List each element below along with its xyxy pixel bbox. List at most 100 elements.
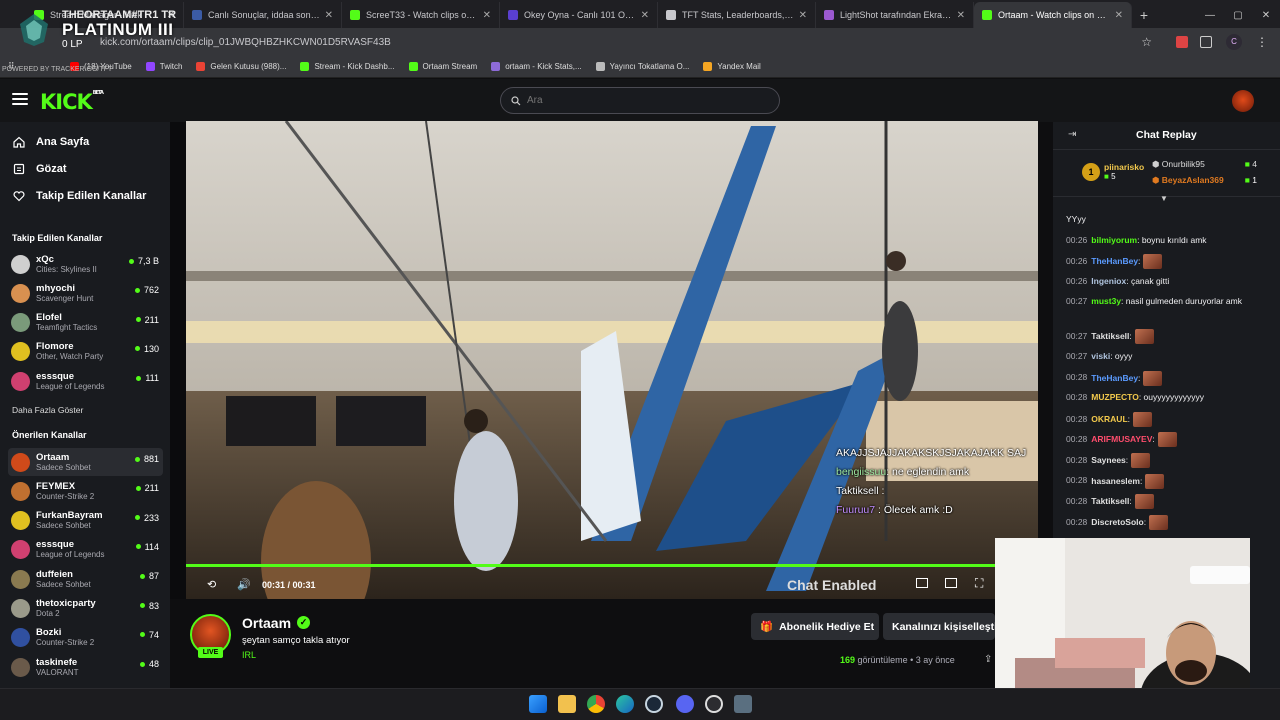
chrome-icon[interactable] xyxy=(587,695,605,713)
sidebar-channel-esssque[interactable]: esssque League of Legends 114 xyxy=(8,536,163,564)
obs-icon[interactable] xyxy=(705,695,723,713)
sidebar-channel-esssque[interactable]: esssque League of Legends 111 xyxy=(8,367,163,395)
channel-name: esssque xyxy=(36,539,75,551)
tab-close-icon[interactable]: ✕ xyxy=(799,10,807,21)
sidebar-channel-ortaam[interactable]: Ortaam Sadece Sohbet 881 xyxy=(8,448,163,476)
tab-close-icon[interactable]: ✕ xyxy=(957,10,965,21)
minimize-button[interactable]: — xyxy=(1196,2,1224,28)
gift-button-label: Abonelik Hediye Et xyxy=(779,620,875,633)
sidebar-channel-taskinefe[interactable]: taskinefe VALORANT 48 xyxy=(8,653,163,681)
show-more-link[interactable]: Daha Fazla Göster xyxy=(12,405,83,415)
bookmark-star-icon[interactable]: ☆ xyxy=(1141,35,1152,49)
browser-tab[interactable]: Canlı Sonuçlar, iddaa sonuçları ✕ xyxy=(184,2,342,28)
nav-browse[interactable]: Gözat xyxy=(12,162,67,176)
leaderboard-name[interactable]: BeyazAslan369 xyxy=(1162,175,1224,185)
browser-tab[interactable]: TFT Stats, Leaderboards, League ✕ xyxy=(658,2,816,28)
tab-close-icon[interactable]: ✕ xyxy=(325,10,333,21)
browser-tab[interactable]: Ortaam - Watch clips on Kick ✕ xyxy=(974,2,1132,28)
progress-bar[interactable] xyxy=(186,564,1038,567)
chat-username[interactable]: ARIFMUSAYEV xyxy=(1091,434,1152,444)
channel-category: Cities: Skylines II xyxy=(36,264,97,274)
chat-timestamp: 00:28 xyxy=(1066,392,1088,403)
live-dot-icon xyxy=(136,375,142,381)
chat-username[interactable]: Ingeniox xyxy=(1091,276,1126,286)
sidebar-channel-furkanbayram[interactable]: FurkanBayram Sadece Sohbet 233 xyxy=(8,507,163,535)
video-player[interactable]: AKAJJSJAJJAKAKSKJSJAKAJAKK SAJ bengiissuu… xyxy=(186,121,1038,599)
browser-menu-icon[interactable]: ⋮ xyxy=(1256,35,1268,49)
bookmark-item[interactable]: Stream - Kick Dashb... xyxy=(300,62,395,71)
bookmark-item[interactable]: Yayıncı Tokatlama O... xyxy=(595,62,689,71)
leaderboard-second: ⬢ Onurbilik95 ■ 4 xyxy=(1152,159,1257,170)
customize-channel-button[interactable]: Kanalınızı kişiselleştirin xyxy=(883,613,995,640)
sidebar-channel-mhyochi[interactable]: mhyochi Scavenger Hunt 762 xyxy=(8,279,163,307)
leaderboard-name[interactable]: piinarisko xyxy=(1104,162,1144,172)
sidebar-channel-elofel[interactable]: Elofel Teamfight Tactics 211 xyxy=(8,309,163,337)
bookmark-item[interactable]: ortaam - Kick Stats,... xyxy=(491,62,582,71)
chat-toggle[interactable]: Chat Enabled xyxy=(787,577,876,593)
hamburger-menu-icon[interactable] xyxy=(12,93,28,107)
tab-close-icon[interactable]: ✕ xyxy=(483,10,491,21)
windows-start-icon[interactable] xyxy=(529,695,547,713)
pip-icon[interactable] xyxy=(916,578,928,588)
chevron-down-icon[interactable]: ▼ xyxy=(1160,194,1168,203)
chat-username[interactable]: TheHanBey xyxy=(1091,372,1138,382)
chat-username[interactable]: hasaneslem xyxy=(1091,475,1140,485)
discord-icon[interactable] xyxy=(676,695,694,713)
viewer-count-value: 114 xyxy=(144,541,159,552)
nav-home[interactable]: Ana Sayfa xyxy=(12,135,89,149)
chat-collapse-icon[interactable]: ⇥ xyxy=(1068,129,1076,140)
calculator-icon[interactable] xyxy=(734,695,752,713)
chat-username[interactable]: OKRAUL xyxy=(1091,414,1127,424)
sidebar-channel-xqc[interactable]: xQc Cities: Skylines II 7,3 B xyxy=(8,250,163,278)
extensions-puzzle-icon[interactable] xyxy=(1200,36,1212,48)
search-input[interactable] xyxy=(527,95,757,106)
browser-tab[interactable]: Okey Oyna - Canlı 101 Okey ve ✕ xyxy=(500,2,658,28)
chat-username[interactable]: Saynees xyxy=(1091,455,1126,465)
search-box[interactable] xyxy=(500,87,780,114)
chat-username[interactable]: must3y xyxy=(1091,296,1121,306)
tab-close-icon[interactable]: ✕ xyxy=(1115,10,1123,21)
gift-subscription-button[interactable]: 🎁 Abonelik Hediye Et xyxy=(751,613,879,640)
theater-mode-icon[interactable] xyxy=(945,578,957,588)
chat-username[interactable]: bilmiyorum xyxy=(1091,235,1137,245)
share-icon[interactable]: ⇪ xyxy=(984,654,992,665)
sidebar-channel-flomore[interactable]: Flomore Other, Watch Party 130 xyxy=(8,338,163,366)
chat-username[interactable]: MUZPECTO xyxy=(1091,392,1139,402)
address-bar[interactable]: kick.com/ortaam/clips/clip_01JWBQHBZHKCW… xyxy=(0,28,1280,56)
bookmark-item[interactable]: Twitch xyxy=(145,62,182,71)
overlay-chat-text: : Ölecek amk :D xyxy=(875,504,953,516)
bookmark-item[interactable]: Ortaam Stream xyxy=(408,62,477,71)
fullscreen-icon[interactable]: ⛶ xyxy=(975,576,983,591)
file-explorer-icon[interactable] xyxy=(558,695,576,713)
chat-username[interactable]: Taktiksell xyxy=(1091,496,1129,506)
bookmark-item[interactable]: Yandex Mail xyxy=(703,62,761,71)
sidebar-channel-duffeien[interactable]: duffeien Sadece Sohbet 87 xyxy=(8,565,163,593)
nav-following[interactable]: Takip Edilen Kanallar xyxy=(12,189,146,203)
sidebar-channel-thetoxicparty[interactable]: thetoxicparty Dota 2 83 xyxy=(8,595,163,623)
chat-username[interactable]: DiscretoSolo xyxy=(1091,517,1143,527)
chat-message: 00:28 OKRAUL: xyxy=(1066,411,1266,427)
user-avatar[interactable] xyxy=(1232,90,1254,112)
browser-tab[interactable]: LightShot tarafından Ekran Gör ✕ xyxy=(816,2,974,28)
new-tab-button[interactable]: + xyxy=(1132,2,1156,28)
tab-close-icon[interactable]: ✕ xyxy=(641,10,649,21)
extension-icon[interactable] xyxy=(1176,36,1188,48)
sidebar-channel-bozki[interactable]: Bozki Counter-Strike 2 74 xyxy=(8,624,163,652)
close-window-button[interactable]: ✕ xyxy=(1252,2,1280,28)
maximize-button[interactable]: ▢ xyxy=(1224,2,1252,28)
replay-icon[interactable]: ⟲ xyxy=(207,578,216,591)
volume-icon[interactable]: 🔊 xyxy=(237,578,251,591)
chat-username[interactable]: viski xyxy=(1091,351,1110,361)
browser-tab[interactable]: ScreeT33 - Watch clips on Kick ✕ xyxy=(342,2,500,28)
sidebar-channel-feymex[interactable]: FEYMEX Counter-Strike 2 211 xyxy=(8,477,163,505)
steam-icon[interactable] xyxy=(645,695,663,713)
bookmark-item[interactable]: Gelen Kutusu (988)... xyxy=(196,62,286,71)
chat-username[interactable]: Taktiksell xyxy=(1091,331,1129,341)
profile-avatar[interactable]: C xyxy=(1226,34,1242,50)
chat-username[interactable]: TheHanBey xyxy=(1091,256,1138,266)
edge-icon[interactable] xyxy=(616,695,634,713)
leaderboard-name[interactable]: Onurbilik95 xyxy=(1162,159,1205,169)
channel-name[interactable]: Ortaam xyxy=(242,615,291,631)
kick-logo[interactable]: KICKBETA xyxy=(40,90,104,114)
clip-category[interactable]: IRL xyxy=(242,650,256,660)
